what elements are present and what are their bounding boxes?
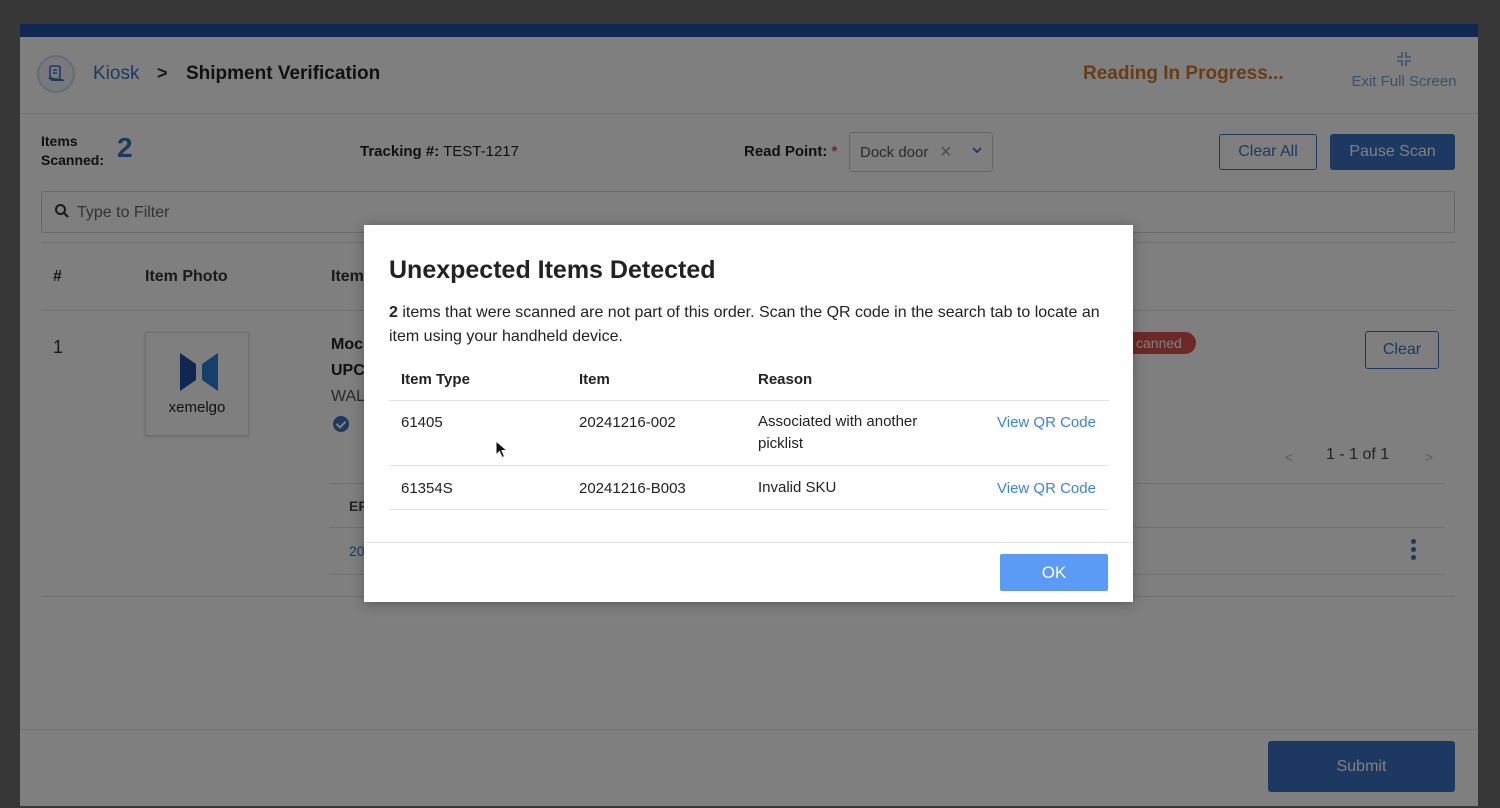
reason-cell: Invalid SKU	[758, 479, 837, 496]
unexpected-count: 2	[389, 304, 398, 321]
item-type-cell: 61354S	[401, 480, 453, 497]
modal-table-header-border	[389, 400, 1109, 401]
column-header-item-type: Item Type	[401, 371, 470, 388]
unexpected-items-modal: Unexpected Items Detected 2 items that w…	[364, 225, 1133, 602]
item-type-cell: 61405	[401, 414, 443, 431]
reason-cell: Associated with another picklist	[758, 413, 918, 452]
column-header-reason: Reason	[758, 371, 813, 388]
modal-title: Unexpected Items Detected	[389, 256, 716, 284]
view-qr-code-link[interactable]: View QR Code	[997, 480, 1096, 497]
modal-description: 2 items that were scanned are not part o…	[389, 301, 1109, 349]
modal-row-border	[389, 465, 1109, 466]
column-header-item: Item	[579, 371, 610, 388]
item-cell: 20241216-B003	[579, 480, 686, 497]
description-text: items that were scanned are not part of …	[389, 304, 1100, 345]
modal-row-border	[389, 509, 1109, 510]
item-cell: 20241216-002	[579, 414, 676, 431]
view-qr-code-link[interactable]: View QR Code	[997, 414, 1096, 431]
modal-footer-divider	[364, 542, 1133, 543]
cursor-icon	[495, 439, 509, 465]
ok-button[interactable]: OK	[1000, 554, 1108, 591]
